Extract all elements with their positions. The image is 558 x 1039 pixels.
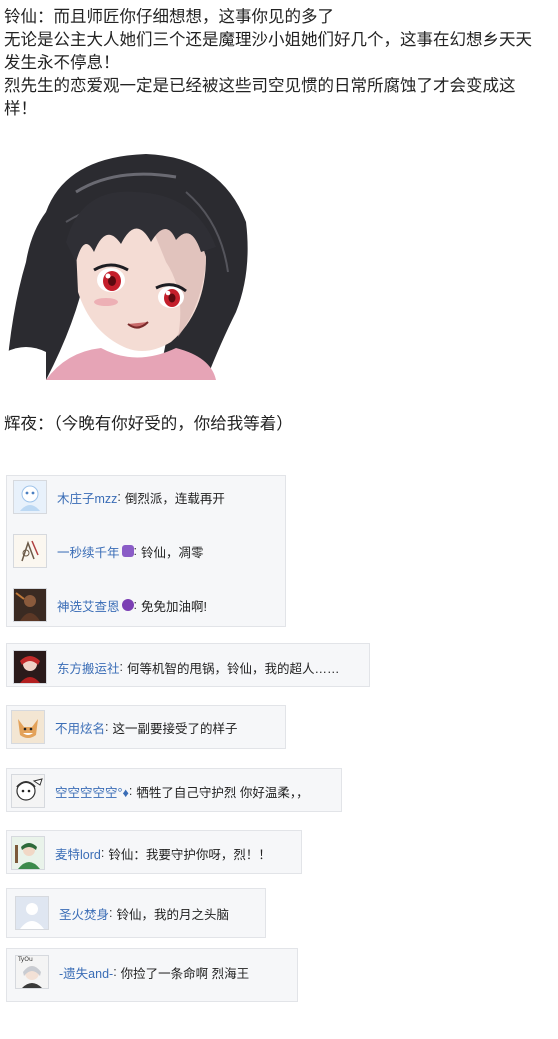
comment-group: 麦特lord: 铃仙：我要守护你呀，烈！！ — [6, 830, 302, 874]
comment-group: TyOu -遗失and-: 你捡了一条命啊 烈海王 — [6, 948, 298, 1002]
post-body: 铃仙：而且师匠你仔细想想，这事你见的多了 无论是公主大人她们三个还是魔理沙小姐她… — [4, 6, 554, 121]
list-item: 一秒续千年: 铃仙，凋零 — [13, 534, 204, 568]
comment-group: 不用炫名: 这一副要接受了的样子 — [6, 705, 286, 749]
list-item: TyOu -遗失and-: 你捡了一条命啊 烈海王 — [15, 955, 249, 989]
comment-username[interactable]: 神选艾查恩 — [57, 596, 120, 615]
character-illustration — [6, 152, 248, 380]
list-item: 不用炫名: 这一副要接受了的样子 — [11, 710, 238, 744]
fox-avatar[interactable] — [11, 710, 45, 744]
comment-text: 何等机智的甩锅，铃仙，我的超人…… — [127, 661, 340, 676]
comment-username[interactable]: 圣火焚身 — [59, 904, 109, 923]
comment-group: 空空空空空°♦: 牺牲了自己守护烈 你好温柔，， — [6, 768, 342, 812]
list-item: 神选艾查恩: 免免加油啊! — [13, 588, 207, 622]
comment-username[interactable]: 空空空空空°♦ — [55, 782, 129, 801]
comment-username[interactable]: 不用炫名 — [55, 718, 105, 737]
comment-username[interactable]: 一秒续千年 — [57, 542, 120, 561]
comment-text: 铃仙，我的月之头脑 — [116, 907, 230, 922]
post-line: 铃仙：而且师匠你仔细想想，这事你见的多了 — [4, 8, 334, 26]
comment-group: 圣火焚身: 铃仙，我的月之头脑 — [6, 888, 266, 938]
list-item: 圣火焚身: 铃仙，我的月之头脑 — [15, 896, 229, 930]
sketch-avatar[interactable] — [13, 534, 47, 568]
comment-username[interactable]: 木庄子mzz — [57, 488, 117, 507]
devil-emoji-icon — [121, 599, 134, 611]
comment-username[interactable]: 东方搬运社 — [57, 658, 120, 677]
comment-group: 木庄子mzz: 倒烈派，连载再开 一秒续千年: 铃仙，凋零 神选艾查恩: 免免加… — [6, 475, 286, 627]
comment-text: 你捡了一条命啊 烈海王 — [120, 966, 250, 981]
list-item: 东方搬运社: 何等机智的甩锅，铃仙，我的超人…… — [13, 650, 340, 684]
dark-figure-avatar[interactable] — [13, 588, 47, 622]
manga-face-avatar[interactable] — [11, 774, 45, 808]
kaguya-line: 辉夜：（今晚有你好受的，你给我等着） — [4, 415, 293, 433]
post-line: 烈先生的恋爱观一定是已经被这些司空见惯的日常所腐蚀了才会变成这 — [4, 77, 516, 95]
post-line: 发生永不停息！ — [4, 54, 120, 72]
white-fairy-avatar[interactable] — [13, 480, 47, 514]
list-item: 空空空空空°♦: 牺牲了自己守护烈 你好温柔，， — [11, 774, 309, 808]
comment-text: 铃仙，凋零 — [141, 545, 204, 560]
comment-text: 铃仙：我要守护你呀，烈！！ — [108, 847, 271, 862]
comment-text: 这一副要接受了的样子 — [112, 721, 238, 736]
default-user-avatar[interactable] — [15, 896, 49, 930]
comment-group: 东方搬运社: 何等机智的甩锅，铃仙，我的超人…… — [6, 643, 370, 687]
purple-badge-icon — [121, 545, 134, 557]
comment-username[interactable]: -遗失and- — [59, 963, 113, 982]
silver-hair-avatar[interactable]: TyOu — [15, 955, 49, 989]
comment-text: 牺牲了自己守护烈 你好温柔，， — [136, 785, 309, 800]
comment-text: 免免加油啊! — [141, 599, 207, 614]
list-item: 麦特lord: 铃仙：我要守护你呀，烈！！ — [11, 836, 271, 870]
post-line: 样！ — [4, 100, 37, 118]
red-character-avatar[interactable] — [13, 650, 47, 684]
green-character-avatar[interactable] — [11, 836, 45, 870]
list-item: 木庄子mzz: 倒烈派，连载再开 — [13, 480, 225, 514]
post-line: 无论是公主大人她们三个还是魔理沙小姐她们好几个，这事在幻想乡天天 — [4, 31, 532, 49]
avatar-caption: TyOu — [18, 956, 33, 963]
comment-username[interactable]: 麦特lord — [55, 844, 101, 863]
comment-text: 倒烈派，连载再开 — [124, 491, 225, 506]
